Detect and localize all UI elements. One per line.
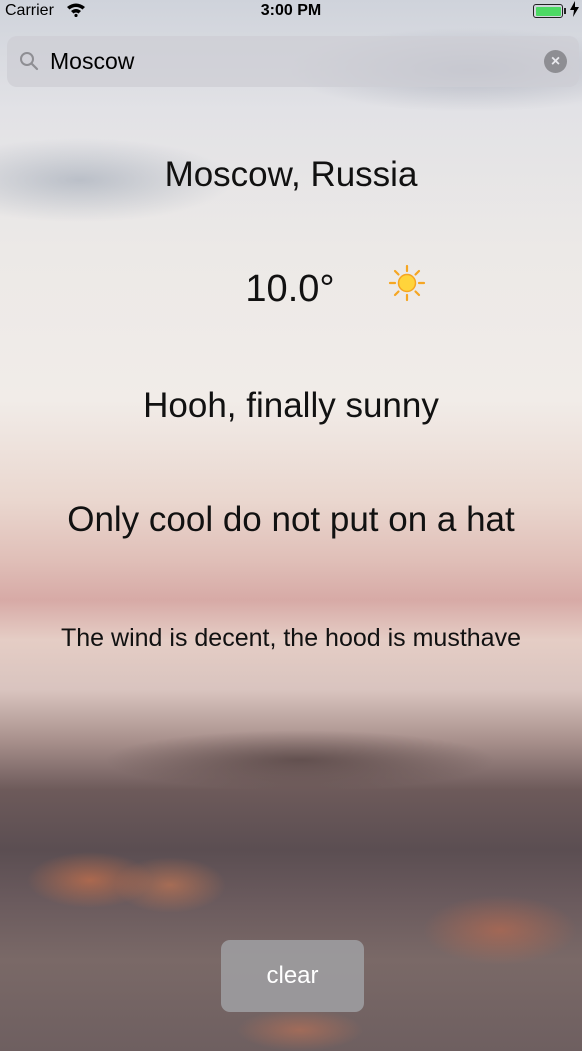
search-icon [19, 51, 39, 71]
search-input[interactable] [50, 46, 530, 76]
temperature-value: 10.0° [245, 268, 335, 310]
status-bar: Carrier 3:00 PM [0, 0, 582, 24]
clear-button[interactable]: clear [221, 940, 364, 1012]
advice-text: Only cool do not put on a hat [67, 500, 515, 539]
search-bar[interactable]: × [7, 36, 579, 87]
status-time: 3:00 PM [260, 2, 322, 19]
battery-level [535, 6, 561, 16]
charging-icon [570, 1, 579, 21]
battery-icon [533, 4, 563, 18]
condition-text: Hooh, finally sunny [143, 386, 439, 425]
clear-text-icon[interactable]: × [544, 50, 567, 73]
sun-icon [388, 264, 426, 307]
city-name: Moscow, Russia [164, 155, 418, 194]
wind-text: The wind is decent, the hood is musthave [61, 624, 521, 652]
battery-tip [564, 8, 566, 14]
